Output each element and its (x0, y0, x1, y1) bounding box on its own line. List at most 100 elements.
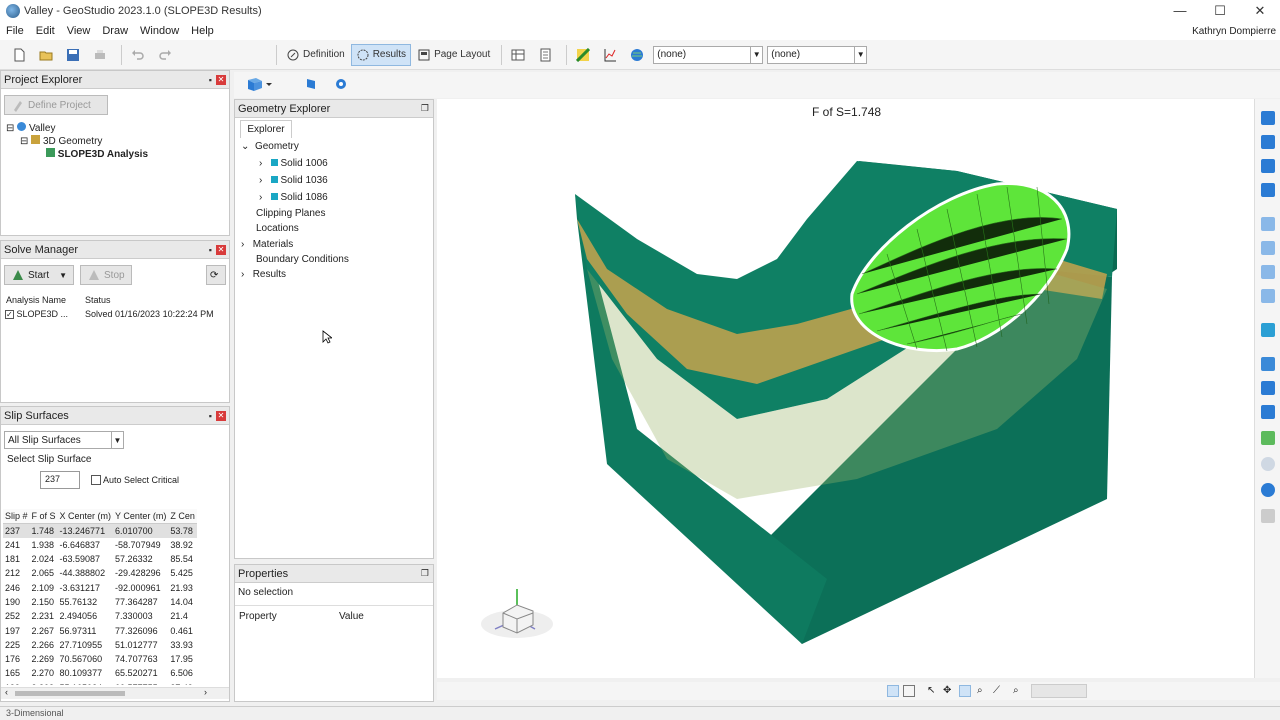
table-view-button[interactable] (507, 44, 532, 66)
menu-file[interactable]: File (0, 25, 30, 37)
table-row[interactable]: 190 2.150 55.76132 77.364287 14.04 (3, 595, 197, 609)
geo-tree-results[interactable]: › Results (241, 269, 286, 280)
refresh-button[interactable]: ⟳ (206, 265, 226, 285)
start-solve-button[interactable]: Start ▼ (4, 265, 74, 285)
table-row[interactable]: 246 2.109 -3.631217 -92.000961 21.93 (3, 580, 197, 594)
open-file-button[interactable] (35, 44, 60, 66)
chevron-down-icon[interactable]: ▼ (59, 271, 67, 280)
zoom-window-icon[interactable] (1261, 111, 1275, 125)
tree-item-geometry[interactable]: ⊟ 3D Geometry (20, 135, 102, 147)
menu-window[interactable]: Window (134, 25, 185, 37)
tree-item-valley[interactable]: ⊟ Valley (6, 122, 55, 134)
restore-icon[interactable]: ❐ (421, 103, 429, 114)
move-icon[interactable]: ✥ (943, 685, 951, 696)
slope-3d-model[interactable] (437, 99, 1254, 678)
undo-button[interactable] (127, 44, 152, 66)
shading-icon[interactable] (1261, 483, 1275, 497)
table-row[interactable]: 1992.30355.16503460.57775527.49 (3, 681, 197, 685)
table-row[interactable]: 176 2.269 70.567060 74.707763 17.95 (3, 652, 197, 666)
table-row[interactable]: 241 1.938 -6.646837 -58.707949 38.92 (3, 538, 197, 552)
print-button[interactable] (89, 44, 114, 66)
3d-viewport[interactable]: F of S=1.748 (437, 99, 1254, 678)
table-row[interactable]: 212 2.065 -44.388802 -29.428296 5.425 (3, 566, 197, 580)
geo-tree-solid-1[interactable]: › Solid 1006 (259, 158, 328, 169)
slip-col-header[interactable]: F of S (29, 509, 58, 524)
definition-button[interactable]: Definition (282, 44, 349, 66)
menu-help[interactable]: Help (185, 25, 220, 37)
select-tool-icon[interactable] (1261, 323, 1275, 337)
table-row[interactable]: 165 2.270 80.109377 65.520271 6.506 (3, 666, 197, 680)
lighting-icon[interactable] (1261, 405, 1275, 419)
pin-icon[interactable]: ▪ (209, 75, 212, 85)
geo-tree-clipping[interactable]: Clipping Planes (256, 208, 326, 219)
slip-col-header[interactable]: Z Cen (168, 509, 197, 524)
menu-draw[interactable]: Draw (96, 25, 134, 37)
graph-button[interactable] (599, 44, 624, 66)
contour-button[interactable] (572, 44, 597, 66)
geo-tree-materials[interactable]: › Materials (241, 239, 293, 250)
zoom-fit-icon[interactable] (1261, 183, 1275, 197)
pan-icon[interactable] (1261, 509, 1275, 523)
table-row[interactable]: 197 2.267 56.97311 77.326096 0.461 (3, 623, 197, 637)
pin-icon[interactable]: ▪ (209, 411, 212, 421)
orbit-icon[interactable] (887, 685, 899, 697)
save-button[interactable] (62, 44, 87, 66)
geo-tree-solid-3[interactable]: › Solid 1086 (259, 192, 328, 203)
geo-tree-boundary[interactable]: Boundary Conditions (256, 254, 349, 265)
table-row[interactable]: 225 2.266 27.710955 51.012777 33.93 (3, 638, 197, 652)
geo-tree-solid-2[interactable]: › Solid 1036 (259, 175, 328, 186)
axis-triad[interactable] (481, 589, 553, 638)
slip-col-header[interactable]: Slip # (3, 509, 30, 524)
table-row[interactable]: 252 2.231 2.494056 7.330003 21.4 (3, 609, 197, 623)
page-layout-button[interactable]: Page Layout (413, 44, 494, 66)
stop-solve-button[interactable]: Stop (80, 265, 132, 285)
tree-item-analysis[interactable]: SLOPE3D Analysis (46, 148, 148, 160)
result-variable-select[interactable]: (none) ▼ (767, 45, 868, 64)
table-row[interactable]: 181 2.024 -63.59087 57.26332 85.54 (3, 552, 197, 566)
view-front-icon[interactable] (1261, 241, 1275, 255)
view-top-icon[interactable] (1261, 217, 1275, 231)
sphere-icon[interactable] (1261, 457, 1275, 471)
minimize-button[interactable]: — (1160, 3, 1200, 19)
materials-icon[interactable] (1261, 431, 1275, 445)
analysis-checkbox[interactable]: ✓ (5, 310, 14, 319)
display-icon[interactable] (1261, 357, 1275, 371)
close-panel-icon[interactable]: ✕ (216, 410, 226, 421)
menu-edit[interactable]: Edit (30, 25, 61, 37)
geo-tree-geometry[interactable]: ⌄ Geometry (241, 141, 299, 152)
result-type-select[interactable]: (none) ▼ (653, 45, 764, 64)
geo-tree-locations[interactable]: Locations (256, 223, 299, 234)
grid-icon[interactable] (903, 685, 915, 697)
slip-filter-select[interactable]: All Slip Surfaces ▼ (4, 431, 124, 449)
results-button[interactable]: Results (350, 43, 412, 66)
tab-explorer[interactable]: Explorer (240, 120, 292, 138)
scroll-left-icon[interactable]: ‹ (5, 687, 8, 697)
maximize-button[interactable]: ☐ (1200, 3, 1240, 19)
scrollbar-thumb[interactable] (15, 691, 125, 696)
measure-icon[interactable]: ⟋ (993, 685, 1000, 696)
close-panel-icon[interactable]: ✕ (216, 244, 226, 255)
render-icon[interactable] (1261, 381, 1275, 395)
view-side-icon[interactable] (1261, 265, 1275, 279)
slip-col-header[interactable]: Y Center (m) (113, 509, 169, 524)
search-icon[interactable]: ⌕ (1013, 685, 1019, 696)
menu-view[interactable]: View (61, 25, 97, 37)
close-button[interactable]: ✕ (1240, 3, 1280, 19)
new-file-button[interactable] (8, 44, 33, 66)
define-project-button[interactable]: Define Project (4, 95, 108, 115)
pin-icon[interactable]: ▪ (209, 245, 212, 255)
slip-col-header[interactable]: X Center (m) (57, 509, 114, 524)
zoom-out-icon[interactable] (1261, 159, 1275, 173)
auto-select-checkbox[interactable]: Auto Select Critical (91, 475, 179, 485)
zoom-icon[interactable]: ⌕ (977, 685, 983, 696)
table-row[interactable]: 237 1.748 -13.246771 6.010700 53.78 (3, 523, 197, 538)
perspective-button[interactable] (304, 77, 318, 94)
view-settings-button[interactable] (334, 77, 348, 94)
globe-view-button[interactable] (626, 44, 651, 66)
pointer-icon[interactable]: ↖ (927, 685, 935, 696)
view-iso-icon[interactable] (1261, 289, 1275, 303)
close-panel-icon[interactable]: ✕ (216, 74, 226, 85)
checkbox-box[interactable] (91, 475, 101, 485)
analysis-row[interactable]: ✓ SLOPE3D ... Solved 01/16/2023 10:22:24… (5, 309, 227, 319)
report-button[interactable] (534, 44, 559, 66)
